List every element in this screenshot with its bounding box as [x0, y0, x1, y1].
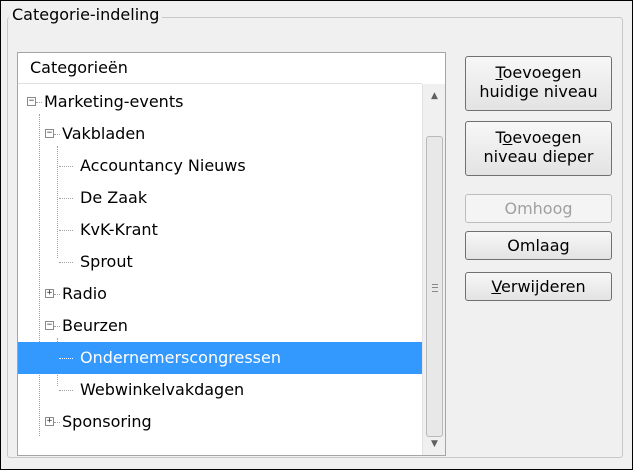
tree-column-header[interactable]: Categorieën [18, 53, 422, 84]
mnemonic-letter: T [495, 63, 503, 82]
tree-node-label: Marketing-events [44, 92, 184, 111]
tree-connector [59, 262, 73, 263]
add-deeper-level-button[interactable]: Toevoegen niveau dieper [465, 121, 612, 176]
collapse-icon[interactable]: − [45, 321, 54, 330]
tree-connector [59, 198, 73, 199]
tree-node[interactable]: Sprout [18, 246, 422, 278]
category-tree[interactable]: Categorieën − Marketing-events − Vakbladen A… [17, 52, 446, 456]
button-label: huidige niveau [479, 82, 598, 101]
button-label: evoegen [512, 128, 582, 147]
tree-node-label: Radio [62, 284, 107, 303]
tree-node[interactable]: − Marketing-events [18, 86, 422, 118]
scroll-up-icon[interactable]: ▲ [423, 84, 445, 108]
tree-node[interactable]: + Sponsoring [18, 406, 422, 438]
tree-node-label: Sprout [80, 252, 133, 271]
move-up-button[interactable]: Omhoog [465, 194, 612, 223]
tree-connector [59, 390, 73, 391]
tree-connector [36, 102, 42, 103]
mnemonic-letter: V [491, 277, 502, 296]
remove-button[interactable]: Verwijderen [465, 272, 612, 301]
tree-node-label: Webwinkelvakdagen [80, 380, 245, 399]
tree-node[interactable]: Accountancy Nieuws [18, 150, 422, 182]
button-label: T [495, 128, 503, 147]
button-label: erwijderen [501, 277, 586, 296]
tree-connector [59, 358, 73, 359]
groupbox-title: Categorie-indeling [9, 5, 163, 24]
collapse-icon[interactable]: − [45, 129, 54, 138]
tree-node[interactable]: Webwinkelvakdagen [18, 374, 422, 406]
collapse-icon[interactable]: − [27, 97, 36, 106]
tree-node[interactable]: − Beurzen [18, 310, 422, 342]
tree-node-label: Ondernemerscongressen [80, 348, 281, 367]
tree-node[interactable]: + Radio [18, 278, 422, 310]
tree-node[interactable]: − Vakbladen [18, 118, 422, 150]
move-down-button[interactable]: Omlaag [465, 231, 612, 260]
tree-node[interactable]: KvK-Krant [18, 214, 422, 246]
dialog-frame: Categorie-indeling Categorieën − Marketin… [0, 0, 633, 470]
grip-icon [432, 284, 438, 292]
tree-body: − Marketing-events − Vakbladen Accountancy N… [18, 84, 422, 455]
tree-connector [54, 294, 60, 295]
tree-node[interactable]: Ondernemerscongressen [18, 342, 422, 374]
tree-node-label: KvK-Krant [80, 220, 158, 239]
tree-connector [54, 326, 60, 327]
tree-node-label: De Zaak [80, 188, 148, 207]
tree-node-label: Accountancy Nieuws [80, 156, 246, 175]
tree-node-label: Beurzen [62, 316, 128, 335]
tree-connector [59, 166, 73, 167]
tree-node[interactable]: De Zaak [18, 182, 422, 214]
button-label: oevoegen [502, 63, 582, 82]
tree-connector [54, 134, 60, 135]
tree-node-label: Vakbladen [62, 124, 146, 143]
button-label: niveau dieper [483, 147, 594, 166]
add-current-level-button[interactable]: Toevoegen huidige niveau [465, 56, 612, 111]
scroll-down-icon[interactable]: ▼ [423, 432, 445, 455]
tree-connector [59, 230, 73, 231]
scroll-thumb[interactable] [426, 136, 443, 437]
expand-icon[interactable]: + [45, 417, 54, 426]
tree-scrollbar[interactable]: ▲ ▼ [422, 84, 445, 455]
tree-connector [54, 422, 60, 423]
expand-icon[interactable]: + [45, 289, 54, 298]
tree-node-label: Sponsoring [62, 412, 152, 431]
mnemonic-letter: o [502, 128, 513, 147]
